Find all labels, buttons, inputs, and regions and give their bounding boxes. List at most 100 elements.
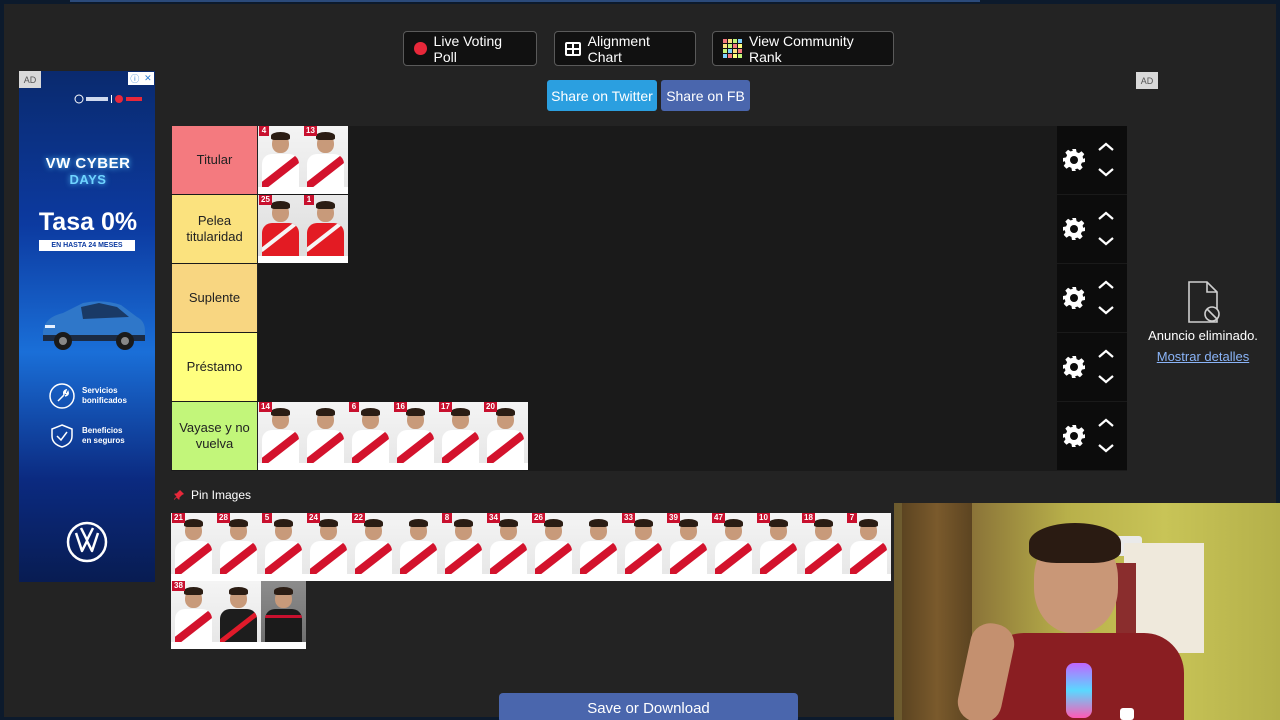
unranked-player-card[interactable]: 26 [531,513,576,581]
tier-label[interactable]: Préstamo [172,333,257,401]
player-card[interactable]: 13 [303,126,348,194]
player-hair [499,519,518,527]
tier-label[interactable]: Pelea titularidad [172,195,257,263]
unranked-player-card[interactable]: 47 [711,513,756,581]
unranked-player-card[interactable] [216,581,261,649]
gear-icon[interactable] [1062,355,1086,379]
ad-headline-line1: VW CYBER [45,155,131,172]
show-details-link[interactable]: Mostrar detalles [1130,349,1276,364]
card-caption [351,574,396,581]
tier-drop-zone[interactable]: 14 6 16 17 20 [258,402,1057,470]
player-card[interactable]: 16 [393,402,438,470]
pin-images-label: Pin Images [191,488,252,502]
chevron-down-icon[interactable] [1097,235,1115,247]
jersey-number: 5 [262,513,272,523]
unranked-player-card[interactable] [396,513,441,581]
unranked-player-card[interactable] [261,581,306,649]
unranked-player-card[interactable]: 38 [171,581,216,649]
card-caption [666,574,711,581]
chevron-down-icon[interactable] [1097,304,1115,316]
chevron-up-icon[interactable] [1097,279,1115,291]
jersey-number: 24 [307,513,320,523]
card-caption [396,574,441,581]
chevron-up-icon[interactable] [1097,348,1115,360]
tier-drop-zone[interactable] [258,264,1057,332]
jersey [805,541,842,574]
unranked-player-card[interactable]: 22 [351,513,396,581]
jersey-number: 10 [757,513,770,523]
card-caption [441,574,486,581]
ad-removed-message: Anuncio eliminado. [1148,328,1258,343]
jersey-number: 18 [802,513,815,523]
unranked-player-card[interactable]: 28 [216,513,261,581]
tier-label[interactable]: Suplente [172,264,257,332]
chevron-up-icon[interactable] [1097,210,1115,222]
unranked-player-card[interactable]: 5 [261,513,306,581]
tier-drop-zone[interactable] [258,333,1057,401]
wrench-icon [49,383,75,409]
jersey [535,541,572,574]
ad-choices-icon[interactable]: ⓘ ✕ [128,72,154,85]
tier-drop-zone[interactable]: 4 13 [258,126,1057,194]
chevron-down-icon[interactable] [1097,442,1115,454]
unranked-player-card[interactable]: 7 [846,513,891,581]
player-card[interactable]: 17 [438,402,483,470]
card-caption [756,574,801,581]
gear-icon[interactable] [1062,148,1086,172]
ad-perk-insurance-label: Beneficios en seguros [82,426,125,445]
share-twitter-button[interactable]: Share on Twitter [547,80,657,111]
player-hair [274,519,293,527]
unranked-player-card[interactable]: 24 [306,513,351,581]
player-hair [274,587,293,595]
player-card[interactable]: 14 [258,402,303,470]
tab-strip-glow [70,0,980,2]
chevron-down-icon[interactable] [1097,373,1115,385]
unranked-player-card[interactable]: 10 [756,513,801,581]
player-card[interactable]: 6 [348,402,393,470]
player-hair [724,519,743,527]
player-card[interactable]: 20 [483,402,528,470]
unranked-player-card[interactable]: 21 [171,513,216,581]
chevron-down-icon[interactable] [1097,166,1115,178]
card-caption [348,463,393,470]
live-voting-poll-button[interactable]: Live Voting Poll [403,31,537,66]
tier-controls [1057,402,1127,470]
gear-icon[interactable] [1062,286,1086,310]
tier-label[interactable]: Titular [172,126,257,194]
live-voting-poll-label: Live Voting Poll [433,32,503,65]
unranked-player-card[interactable]: 18 [801,513,846,581]
save-or-download-button[interactable]: Save or Download [499,693,798,720]
player-card[interactable]: 4 [258,126,303,194]
unranked-player-card[interactable]: 8 [441,513,486,581]
player-hair [496,408,515,416]
card-caption [171,574,216,581]
share-fb-label: Share on FB [666,87,745,104]
gear-icon[interactable] [1062,424,1086,448]
share-fb-button[interactable]: Share on FB [661,80,750,111]
unranked-player-card[interactable]: 34 [486,513,531,581]
chevron-up-icon[interactable] [1097,417,1115,429]
unranked-player-card[interactable]: 39 [666,513,711,581]
tier-mosaic-icon [723,38,742,59]
gear-icon[interactable] [1062,217,1086,241]
jersey [715,541,752,574]
jersey-number: 1 [304,195,314,205]
webcam-person-hair [1029,523,1121,563]
tier-drop-zone[interactable]: 25 1 [258,195,1057,263]
pin-images-header[interactable]: Pin Images [173,488,251,502]
tier-controls [1057,333,1127,401]
jersey [175,541,212,574]
view-community-rank-button[interactable]: View Community Rank [712,31,894,66]
tier-label[interactable]: Vayase y no vuelva [172,402,257,470]
player-hair [451,408,470,416]
chevron-up-icon[interactable] [1097,141,1115,153]
player-card[interactable] [303,402,348,470]
player-card[interactable]: 1 [303,195,348,263]
jersey [307,430,344,463]
unranked-player-card[interactable]: 33 [621,513,666,581]
alignment-chart-button[interactable]: Alignment Chart [554,31,696,66]
left-advertisement[interactable]: AD ⓘ ✕ VW CYBER DAYS Tasa 0% EN HASTA 24 … [19,71,155,582]
player-card[interactable]: 25 [258,195,303,263]
unranked-player-card[interactable] [576,513,621,581]
card-caption [846,574,891,581]
